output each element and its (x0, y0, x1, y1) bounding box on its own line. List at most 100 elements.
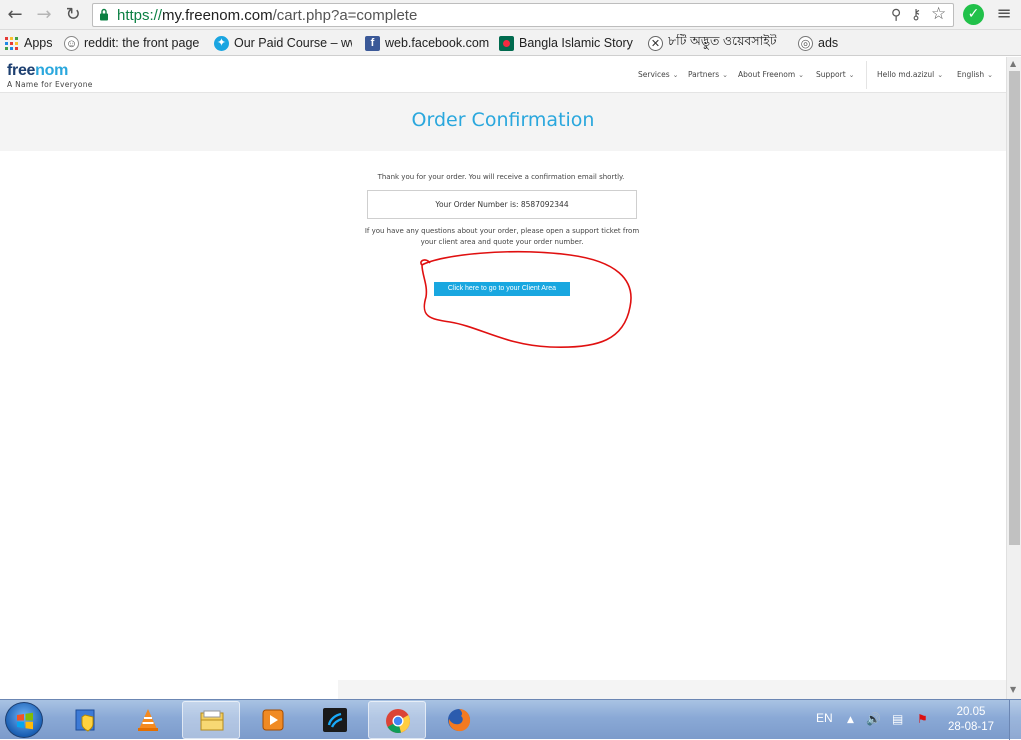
nav-partners[interactable]: Partners ⌄ (688, 70, 728, 79)
site-icon: ✕ (648, 35, 663, 51)
file-explorer-icon (200, 710, 224, 731)
taskbar-app-vlc[interactable] (119, 701, 177, 739)
bookmark-label: Bangla Islamic Story | (519, 36, 635, 50)
bookmark-bangla-sites[interactable]: ✕ ৮টি অদ্ভুত ওয়েবসাইট (648, 34, 788, 52)
page-scrollbar[interactable]: ▲ ▼ (1006, 57, 1021, 699)
order-number-box: Your Order Number is: 8587092344 (367, 190, 637, 219)
bookmark-star-icon[interactable]: ☆ (931, 4, 946, 24)
logo-tagline: A Name for Everyone (7, 80, 93, 89)
bookmark-label: Apps (24, 36, 53, 50)
thank-you-message: Thank you for your order. You will recei… (377, 173, 625, 181)
chrome-icon (386, 709, 410, 733)
system-clock[interactable]: 20.05 28-08-17 (940, 705, 1002, 735)
bookmark-ads[interactable]: ◎ ads (798, 34, 846, 52)
red-annotation-circle (420, 250, 632, 349)
nav-label: Services (638, 70, 670, 79)
nav-services[interactable]: Services ⌄ (638, 70, 679, 79)
bookmark-label: Our Paid Course – ww (234, 36, 352, 50)
bookmark-bangla-story[interactable]: Bangla Islamic Story | (499, 34, 635, 52)
bookmark-apps[interactable]: Apps (4, 34, 56, 52)
url-path: /cart.php?a=complete (272, 7, 418, 24)
site-header: freenom A Name for Everyone Services ⌄ Pa… (0, 57, 1006, 93)
taskbar-app-firefox[interactable] (430, 701, 488, 739)
footer-strip (338, 680, 1006, 699)
bookmark-paid-course[interactable]: ✦ Our Paid Course – ww (214, 34, 352, 52)
chevron-down-icon: ⌄ (987, 71, 993, 79)
clock-time: 20.05 (956, 706, 986, 718)
nav-label: Support (816, 70, 846, 79)
support-instructions: If you have any questions about your ord… (364, 227, 640, 246)
bookmark-facebook[interactable]: f web.facebook.com (365, 34, 489, 52)
windows-logo-icon (17, 712, 33, 730)
bookmark-label: reddit: the front page (84, 36, 200, 50)
logo-accent: nom (35, 62, 69, 79)
nav-divider (866, 61, 867, 89)
media-player-icon (262, 709, 284, 731)
key-icon[interactable]: ⚷ (911, 7, 921, 23)
bangladesh-flag-icon (499, 35, 514, 51)
chevron-down-icon: ⌄ (848, 71, 855, 79)
scroll-up-icon[interactable]: ▲ (1010, 59, 1016, 68)
bookmark-reddit[interactable]: ☺ reddit: the front page (64, 34, 204, 52)
browser-menu-icon[interactable]: ≡ (995, 4, 1013, 24)
url-text: https://my.freenom.com/cart.php?a=comple… (117, 7, 417, 24)
start-button[interactable] (5, 702, 43, 738)
browser-toolbar: ← → ↻ https://my.freenom.com/cart.php?a=… (0, 0, 1021, 30)
show-desktop-button[interactable] (1009, 700, 1021, 740)
network-icon[interactable]: ▤ (892, 712, 903, 726)
bookmark-label: web.facebook.com (385, 36, 489, 50)
facebook-icon: f (365, 35, 380, 51)
telenor-icon: ✦ (214, 35, 229, 51)
nav-language[interactable]: English ⌄ (957, 70, 993, 79)
freenom-logo[interactable]: freenom (7, 62, 68, 80)
url-scheme: https:// (117, 7, 163, 24)
nav-label: English (957, 70, 985, 79)
chevron-down-icon: ⌄ (722, 71, 729, 79)
vlc-icon (138, 709, 158, 731)
taskbar-app-explorer[interactable] (182, 701, 240, 739)
client-area-button[interactable]: Click here to go to your Client Area (434, 282, 570, 296)
scroll-down-icon[interactable]: ▼ (1010, 685, 1016, 694)
address-bar[interactable]: https://my.freenom.com/cart.php?a=comple… (92, 3, 954, 27)
forward-arrow-icon[interactable]: → (34, 5, 54, 25)
taskbar-app-chrome[interactable] (368, 701, 426, 739)
extension-check-icon[interactable]: ✓ (963, 4, 984, 25)
nav-user-menu[interactable]: Hello md.azizul ⌄ (877, 70, 943, 79)
zoom-icon[interactable]: ⚲ (891, 7, 901, 23)
nav-about[interactable]: About Freenom ⌄ (738, 70, 804, 79)
nav-support[interactable]: Support ⌄ (816, 70, 855, 79)
reload-icon[interactable]: ↻ (63, 5, 83, 25)
nav-label: About Freenom (738, 70, 796, 79)
telenor-app-icon (323, 708, 347, 732)
annotation-stroke (420, 250, 632, 349)
bookmark-label: ads (818, 36, 839, 50)
nav-label: Partners (688, 70, 720, 79)
taskbar-app-media[interactable] (244, 701, 302, 739)
taskbar-app-telenor[interactable] (306, 701, 364, 739)
chevron-down-icon: ⌄ (798, 71, 804, 79)
nav-label: Hello md.azizul (877, 70, 935, 79)
lock-icon (100, 8, 108, 21)
url-host: my.freenom.com (162, 7, 273, 24)
chevron-down-icon: ⌄ (672, 71, 679, 79)
scroll-thumb[interactable] (1009, 71, 1020, 545)
page-title: Order Confirmation (411, 109, 595, 131)
language-indicator[interactable]: EN (816, 711, 833, 725)
volume-icon[interactable]: 🔊 (866, 712, 881, 726)
bookmark-label: ৮টি অদ্ভুত ওয়েবসাইট (668, 34, 777, 48)
reddit-icon: ☺ (64, 35, 79, 51)
firefox-icon (448, 709, 471, 732)
web-page: freenom A Name for Everyone Services ⌄ Pa… (0, 57, 1006, 699)
chevron-down-icon: ⌄ (937, 71, 944, 79)
explorer-shield-icon (75, 709, 95, 732)
clock-date: 28-08-17 (947, 721, 995, 733)
logo-main: free (7, 62, 36, 79)
title-band: Order Confirmation (0, 93, 1006, 151)
windows-taskbar: EN ▲ 🔊 ▤ ⚑ 20.05 28-08-17 (0, 699, 1021, 740)
action-center-icon[interactable]: ⚑ (917, 712, 928, 726)
apps-grid-icon (5, 36, 18, 50)
taskbar-app-shield[interactable] (57, 701, 115, 739)
back-arrow-icon[interactable]: ← (5, 5, 25, 25)
bookmarks-bar: Apps ☺ reddit: the front page ✦ Our Paid… (0, 30, 1021, 56)
show-hidden-icons-icon[interactable]: ▲ (847, 715, 854, 725)
